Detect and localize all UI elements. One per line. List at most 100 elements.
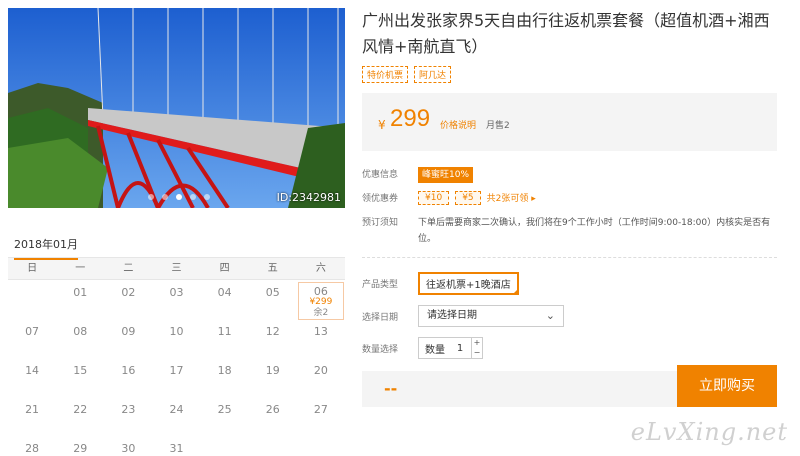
calendar: 日一二三四五六 01 02 03 04 05 06 ¥299 余2 07 08 09 10 11 12 13… xyxy=(8,258,345,456)
carousel-dot[interactable] xyxy=(162,194,168,200)
calendar-day[interactable]: 13 xyxy=(297,319,345,358)
calendar-day[interactable]: 31 xyxy=(152,436,200,456)
calendar-day[interactable]: 07 xyxy=(8,319,56,358)
date-select-text: 请选择日期 xyxy=(427,310,477,321)
watermark: eLvXing.net xyxy=(630,418,788,446)
calendar-day[interactable]: 11 xyxy=(201,319,249,358)
calendar-day[interactable]: 27 xyxy=(297,397,345,436)
weekday-header: 日 xyxy=(27,263,38,274)
calendar-day[interactable]: 20 xyxy=(297,358,345,397)
calendar-day[interactable]: 24 xyxy=(152,397,200,436)
qty-value[interactable]: 1 xyxy=(453,343,467,354)
calendar-day[interactable]: 23 xyxy=(104,397,152,436)
qty-steps: + − xyxy=(471,338,482,358)
calendar-day[interactable]: 22 xyxy=(56,397,104,436)
calendar-day[interactable]: 18 xyxy=(201,358,249,397)
tag-special-fare: 特价机票 xyxy=(362,66,409,83)
product-type-option[interactable]: 往返机票+1晚酒店 xyxy=(418,272,519,295)
calendar-week-row: 28 29 30 31 xyxy=(8,436,345,456)
calendar-week-row: 07 08 09 10 11 12 13 xyxy=(8,319,345,358)
calendar-weekdays: 日一二三四五六 xyxy=(8,258,345,280)
weekday-header: 一 xyxy=(75,263,86,274)
increment-icon[interactable]: + xyxy=(472,338,482,348)
calendar-day[interactable]: 17 xyxy=(152,358,200,397)
coupon-label: 领优惠券 xyxy=(362,194,399,204)
type-row: 产品类型 往返机票+1晚酒店 xyxy=(362,272,777,295)
selected-corner-icon xyxy=(511,288,519,295)
qty-row: 数量选择 数量 1 + − xyxy=(362,337,777,359)
discount-label: 优惠信息 xyxy=(362,170,399,180)
day-price: ¥299 xyxy=(309,297,333,307)
calendar-day[interactable]: 29 xyxy=(56,436,104,456)
calendar-day xyxy=(297,436,345,456)
calendar-day[interactable]: 05 xyxy=(249,280,297,322)
total-price: -- xyxy=(384,379,398,398)
price-explain-link[interactable]: 价格说明 xyxy=(440,118,476,131)
monthly-sales: 月售2 xyxy=(486,121,510,131)
image-id: ID:2342981 xyxy=(276,191,341,204)
discount-badge: 峰蜜旺10% xyxy=(418,167,474,183)
weekday-header: 三 xyxy=(171,263,182,274)
day-remaining: 余2 xyxy=(313,308,329,318)
qty-label: 数量选择 xyxy=(362,344,399,355)
weekday-header: 四 xyxy=(219,263,230,274)
calendar-day[interactable]: 26 xyxy=(249,397,297,436)
discount-row: 优惠信息 峰蜜旺10% xyxy=(362,167,777,183)
calendar-day[interactable]: 15 xyxy=(56,358,104,397)
notice-label: 预订须知 xyxy=(362,218,399,228)
type-label: 产品类型 xyxy=(362,280,399,290)
date-select[interactable]: 请选择日期 ⌄ xyxy=(418,305,564,327)
calendar-month[interactable]: 2018年01月 xyxy=(14,236,78,260)
product-type-text: 往返机票+1晚酒店 xyxy=(426,280,511,291)
calendar-day[interactable]: 14 xyxy=(8,358,56,397)
chevron-down-icon: ⌄ xyxy=(545,309,555,322)
calendar-day[interactable]: 25 xyxy=(201,397,249,436)
buy-bar: -- 立即购买 xyxy=(362,365,777,407)
left-column: ID:2342981 2018年01月 日 一 二 三 四 五 六 01 02 03 04 05 06… xyxy=(8,8,345,456)
carousel-dot[interactable] xyxy=(148,194,154,200)
notice-row: 预订须知 下单后需要商家二次确认，我们将在9个工作小时（工作时间9:00-18:… xyxy=(362,215,777,247)
calendar-day[interactable]: 02 xyxy=(104,280,152,322)
calendar-day[interactable]: 21 xyxy=(8,397,56,436)
divider xyxy=(362,257,777,258)
calendar-day[interactable]: 03 xyxy=(152,280,200,322)
calendar-day[interactable]: 28 xyxy=(8,436,56,456)
carousel-dot[interactable] xyxy=(176,194,182,200)
calendar-day xyxy=(249,436,297,456)
product-title: 广州出发张家界5天自由行往返机票套餐（超值机酒+湘西风情+南航直飞） xyxy=(362,11,770,56)
right-column: 广州出发张家界5天自由行往返机票套餐（超值机酒+湘西风情+南航直飞） 特价机票 … xyxy=(362,8,777,407)
date-row: 选择日期 请选择日期 ⌄ xyxy=(362,305,777,327)
product-photo[interactable]: ID:2342981 xyxy=(8,8,345,208)
calendar-week-row: 14 15 16 17 18 19 20 xyxy=(8,358,345,397)
calendar-day[interactable]: 12 xyxy=(249,319,297,358)
calendar-day[interactable]: 16 xyxy=(104,358,152,397)
tag-merchant: 阿几达 xyxy=(414,66,452,83)
calendar-day-available[interactable]: 06 ¥299 余2 xyxy=(297,282,344,320)
quantity-stepper[interactable]: 数量 1 + − xyxy=(418,337,483,359)
calendar-body: 01 02 03 04 05 06 ¥299 余2 07 08 09 10 11 12 13 14 15 16 17… xyxy=(8,280,345,456)
calendar-day[interactable]: 19 xyxy=(249,358,297,397)
calendar-header: 2018年01月 xyxy=(8,236,345,260)
calendar-day[interactable]: 30 xyxy=(104,436,152,456)
buy-now-button[interactable]: 立即购买 xyxy=(677,365,777,407)
calendar-day[interactable]: 08 xyxy=(56,319,104,358)
carousel-dots[interactable] xyxy=(148,194,210,200)
carousel-dot[interactable] xyxy=(190,194,196,200)
calendar-week-row: 21 22 23 24 25 26 27 xyxy=(8,397,345,436)
calendar-week-row: 01 02 03 04 05 06 ¥299 余2 xyxy=(8,280,345,322)
carousel-dot[interactable] xyxy=(204,194,210,200)
calendar-day[interactable]: 09 xyxy=(104,319,152,358)
coupon-10[interactable]: ¥10 xyxy=(418,191,450,205)
notice-text: 下单后需要商家二次确认，我们将在9个工作小时（工作时间9:00-18:00）内核… xyxy=(418,218,771,244)
decrement-icon[interactable]: − xyxy=(472,348,482,358)
coupon-claim-link[interactable]: 共2张可领 ▸ xyxy=(487,191,536,207)
calendar-day xyxy=(8,280,56,322)
coupon-5[interactable]: ¥5 xyxy=(455,191,481,205)
coupon-row: 领优惠券 ¥10 ¥5 共2张可领 ▸ xyxy=(362,191,777,207)
date-label: 选择日期 xyxy=(362,312,399,323)
calendar-day[interactable]: 04 xyxy=(201,280,249,322)
calendar-day[interactable]: 01 xyxy=(56,280,104,322)
calendar-day xyxy=(201,436,249,456)
calendar-day[interactable]: 10 xyxy=(152,319,200,358)
weekday-header: 六 xyxy=(315,263,326,274)
